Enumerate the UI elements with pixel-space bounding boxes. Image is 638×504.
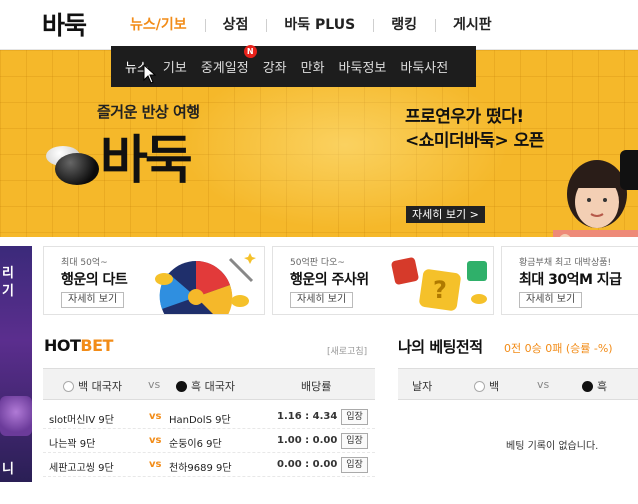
header-black-label: 흑 대국자 [191,380,235,393]
odds-value: 0.00 : 0.00 [277,459,338,470]
menu-news[interactable]: 뉴스/기보 [112,0,205,50]
header-odds: 배당률 [301,380,332,393]
promo-card-dart[interactable]: 최대 50억~ 행운의 다트 자세히 보기 [43,246,265,315]
menu-board[interactable]: 게시판 [434,0,510,50]
banner-promo-line2: <쇼미더바둑> 오픈 [405,131,544,151]
header-vs: vs [148,378,161,391]
page: 바둑 뉴스/기보 상점 바둑 PLUS 랭킹 게시판 즐거운 반상 여행 바둑 … [0,0,638,504]
menu-baduk-plus[interactable]: 바둑 PLUS [266,0,373,50]
table-row: slot머신IV 9단 vs HanDolS 9단 1.16 : 4.34 입장 [43,406,375,429]
submenu-lecture[interactable]: 강좌 [263,57,287,76]
banner-detail-button[interactable]: 자세히 보기 > [406,206,485,223]
table-row: 나는꽉 9단 vs 순둥이6 9단 1.00 : 0.00 입장 [43,430,375,453]
left-side-ad[interactable]: 리 기 니 [0,246,32,482]
dice-icon: ? [391,257,487,311]
card-detail-button[interactable]: 자세히 보기 [61,292,125,308]
header-white: 백 [474,378,499,394]
main-menu: 뉴스/기보 상점 바둑 PLUS 랭킹 게시판 [112,0,510,50]
white-player-name: 나는꽉 9단 [49,439,96,450]
black-player-name: HanDolS 9단 [169,415,231,426]
white-player-name: 세판고고씽 9단 [49,463,114,474]
empty-record-message: 베팅 기록이 없습니다. [506,441,599,452]
white-stone-icon [63,381,74,392]
row-vs: vs [149,435,162,446]
black-stone-icon [55,153,99,185]
black-stone-icon [582,381,593,392]
header-white-label: 백 [489,380,500,393]
header-black-player: 흑 대국자 [176,378,235,394]
my-betting-record: 0전 0승 0패 (승률 -%) [504,342,613,355]
menu-shop[interactable]: 상점 [204,0,267,50]
new-badge: N [243,45,257,58]
header-white-label: 백 대국자 [78,380,122,393]
refresh-link[interactable]: [새로고침] [327,344,367,357]
enter-button[interactable]: 입장 [341,433,368,449]
left-ad-text-3: 니 [2,462,14,477]
white-stone-icon [474,381,485,392]
left-ad-text-2: 기 [2,284,14,299]
header-date: 날자 [412,380,433,393]
white-player-name: slot머신IV 9단 [49,415,114,426]
promo-card-fan[interactable]: 황금부채 최고 대박상품! 최대 30억M 지급 자세히 보기 [501,246,638,315]
odds-value: 1.00 : 0.00 [277,435,338,446]
card-title: 행운의 주사위 [290,272,369,288]
hotbet-table-header: 백 대국자 vs 흑 대국자 배당률 [43,368,375,400]
card-small-text: 50억판 다오~ [290,258,345,268]
header-black: 흑 [582,378,607,394]
hotbet-title: HOTBET [44,336,113,355]
header-vs: vs [537,378,550,391]
svg-text:?: ? [433,276,447,304]
card-detail-button[interactable]: 자세히 보기 [290,292,354,308]
banner-promo-line1: 프로연우가 떴다! [405,107,524,127]
news-submenu: 뉴스 기보 중계일정 N 강좌 만화 바둑정보 바둑사전 [111,45,476,87]
card-detail-button[interactable]: 자세히 보기 [519,292,583,308]
dart-wheel-icon [155,253,256,314]
header-black-label: 흑 [597,380,608,393]
card-title: 행운의 다트 [61,272,128,288]
submenu-schedule[interactable]: 중계일정 N [200,45,257,76]
card-small-text: 황금부채 최고 대박상품! [519,258,612,268]
promo-card-dice[interactable]: 50억판 다오~ 행운의 주사위 자세히 보기 ? [272,246,494,315]
left-ad-text-1: 리 [2,266,14,281]
row-vs: vs [149,459,162,470]
banner-title: 바둑 [100,131,193,191]
card-small-text: 최대 50억~ [61,258,108,268]
my-betting-header: 날자 백 vs 흑 [398,368,638,400]
card-title: 최대 30억M 지급 [519,272,622,288]
hotbet-title-bet: BET [80,336,113,355]
submenu-comics[interactable]: 만화 [301,57,325,76]
menu-ranking[interactable]: 랭킹 [373,0,435,50]
black-player-name: 순둥이6 9단 [169,439,222,450]
submenu-baduk-info[interactable]: 바둑정보 [339,57,387,76]
top-nav: 바둑 뉴스/기보 상점 바둑 PLUS 랭킹 게시판 [0,0,638,50]
submenu-schedule-label: 중계일정 [200,61,249,76]
submenu-records[interactable]: 기보 [163,57,187,76]
header-white-player: 백 대국자 [63,378,122,394]
enter-button[interactable]: 입장 [341,409,368,425]
table-row: 세판고고씽 9단 vs 천하9689 9단 0.00 : 0.00 입장 [43,454,375,477]
banner-side-deco [620,150,638,190]
black-stone-icon [176,381,187,392]
submenu-dictionary[interactable]: 바둑사전 [400,57,448,76]
left-ad-character-image [0,396,32,436]
mouse-cursor-icon [143,64,157,84]
odds-value: 1.16 : 4.34 [277,411,338,422]
site-logo[interactable]: 바둑 [42,6,87,42]
enter-button[interactable]: 입장 [341,457,368,473]
hotbet-title-hot: HOT [44,336,81,355]
my-betting-title: 나의 베팅전적 [398,338,483,356]
row-vs: vs [149,411,162,422]
black-player-name: 천하9689 9단 [169,463,232,474]
